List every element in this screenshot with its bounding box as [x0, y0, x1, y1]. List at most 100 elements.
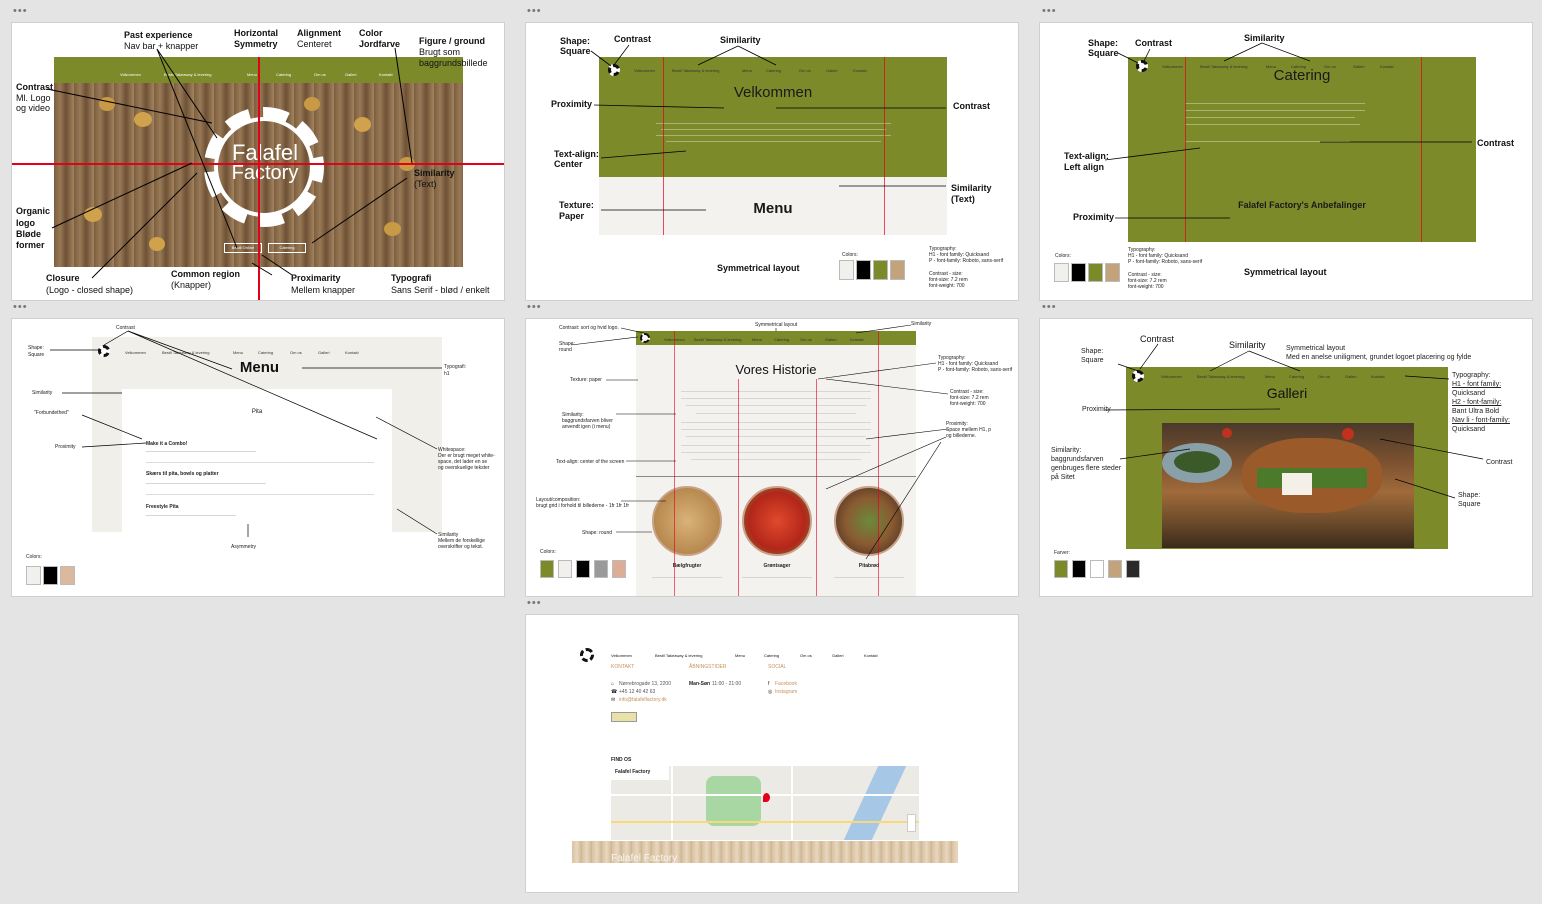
- frame-menu-icon[interactable]: •••: [13, 302, 28, 313]
- bestil-online-button[interactable]: Bestil Online: [224, 243, 262, 253]
- frame-menu-icon[interactable]: •••: [527, 6, 542, 17]
- nav-item-galleri[interactable]: Galleri: [345, 72, 357, 77]
- nav-item-kontakt[interactable]: Kontakt: [379, 72, 393, 77]
- nav-item-galleri[interactable]: Galleri: [318, 350, 330, 355]
- color-swatch-black: [1071, 263, 1086, 282]
- map-pin-icon[interactable]: [763, 793, 770, 802]
- nav-item-bestil[interactable]: Bestil Takeaway & levering: [655, 653, 703, 658]
- nav-item-kontakt[interactable]: Kontakt: [850, 337, 864, 342]
- nav-item-galleri[interactable]: Galleri: [825, 337, 837, 342]
- nav-item-kontakt[interactable]: Kontakt: [864, 653, 878, 658]
- map-zoom-control[interactable]: [907, 814, 916, 832]
- frame-menu-icon[interactable]: •••: [1042, 6, 1057, 17]
- nav-item-catering[interactable]: Catering: [1289, 374, 1304, 379]
- nav-item-menu[interactable]: Menu: [247, 72, 257, 77]
- menu-heading: Menu: [753, 200, 793, 217]
- nav-item-velkommen[interactable]: Velkommen: [125, 350, 146, 355]
- frame-menu-icon[interactable]: •••: [13, 6, 28, 17]
- label-similarity: Similarity: [1244, 33, 1285, 43]
- nav-item-galleri[interactable]: Galleri: [832, 653, 844, 658]
- label-mellem-knapper: Mellem knapper: [291, 285, 356, 295]
- social-heading: SOCIAL: [768, 664, 787, 670]
- frame-menu-icon[interactable]: •••: [1042, 302, 1057, 313]
- nav-item-om-os[interactable]: Om os: [314, 72, 326, 77]
- nav-item-galleri[interactable]: Galleri: [1345, 374, 1357, 379]
- gear-logo-icon: [1132, 370, 1144, 382]
- label-alignment: Alignment: [297, 28, 341, 38]
- instagram-link[interactable]: Instagram: [775, 689, 797, 695]
- label-colors: Colors:: [26, 554, 42, 560]
- nav-item-velkommen[interactable]: Velkommen: [611, 653, 632, 658]
- logo-text-factory: Factory: [231, 162, 299, 184]
- label-left-align: Left align: [1064, 162, 1104, 172]
- nav-item-om-os[interactable]: Om os: [1318, 374, 1330, 379]
- nav-item-velkommen[interactable]: Velkommen: [1161, 374, 1182, 379]
- menu-item-skaers[interactable]: Skærs til pita, bowls og platter: [146, 471, 219, 477]
- footer-logo-text: Falafel Factory: [611, 853, 678, 864]
- frame-1-landing: Velkommen Bestil Takeaway & levering Men…: [11, 22, 505, 301]
- nav-item-kontakt[interactable]: Kontakt: [1371, 374, 1385, 379]
- facebook-link[interactable]: Facebook: [775, 681, 797, 687]
- nav-item-menu[interactable]: Menu: [1265, 374, 1275, 379]
- nav-item-catering[interactable]: Catering: [766, 68, 781, 73]
- logo-text-falafel: Falafel: [231, 140, 299, 165]
- label-colors: Colors:: [1055, 253, 1071, 259]
- catering-button[interactable]: Catering: [268, 243, 306, 253]
- menu-item-freestyle[interactable]: Freestyle Pita: [146, 504, 179, 510]
- nav-item-om-os[interactable]: Om os: [800, 337, 812, 342]
- label-contrast-right: Contrast: [953, 101, 991, 111]
- nav-item-om-os[interactable]: Om os: [799, 68, 811, 73]
- similarity-line-1: Similarity:: [1051, 447, 1082, 454]
- nav-item-catering[interactable]: Catering: [276, 72, 291, 77]
- label-proximity: Proximity: [1073, 212, 1115, 222]
- nav-item-velkommen[interactable]: Velkommen: [120, 72, 141, 77]
- velkommen-heading: Velkommen: [733, 84, 813, 101]
- nav-item-kontakt[interactable]: Kontakt: [345, 350, 359, 355]
- nav-item-menu[interactable]: Menu: [735, 653, 745, 658]
- nav-item-bestil[interactable]: Bestil Takeaway & levering: [672, 68, 720, 73]
- label-proximity: Proximity: [55, 444, 76, 450]
- nav-item-om-os[interactable]: Om os: [290, 350, 302, 355]
- frame-menu-icon[interactable]: •••: [527, 598, 542, 609]
- color-swatch-offwhite: [1054, 263, 1069, 282]
- label-color: Color: [359, 28, 383, 38]
- nav-item-catering[interactable]: Catering: [774, 337, 789, 342]
- color-swatch-offwhite: [558, 560, 572, 578]
- nav-item-galleri[interactable]: Galleri: [826, 68, 838, 73]
- color-swatch-black: [856, 260, 871, 280]
- nav-item-menu[interactable]: Menu: [233, 350, 243, 355]
- nav-item-bestil[interactable]: Bestil Takeaway & levering: [164, 72, 212, 77]
- label-shape-2: Shape:: [1458, 492, 1481, 499]
- nav-item-menu[interactable]: Menu: [742, 68, 752, 73]
- nav-item-menu[interactable]: Menu: [752, 337, 762, 342]
- circle-caption-1: Bælgfrugter: [672, 563, 702, 569]
- nav-item-catering[interactable]: Catering: [764, 653, 779, 658]
- nav-item-om-os[interactable]: Om os: [800, 653, 812, 658]
- color-swatch-peach: [60, 566, 75, 585]
- map-embed[interactable]: Falafel Factory: [611, 766, 919, 840]
- label-typografi: Typografi: [391, 273, 432, 283]
- frame-menu-icon[interactable]: •••: [527, 302, 542, 313]
- menu-item-combo[interactable]: Make it a Combo!: [146, 441, 187, 447]
- nav-item-bestil[interactable]: Bestil Takeaway & levering: [694, 337, 742, 342]
- nav-item-kontakt[interactable]: Kontakt: [853, 68, 867, 73]
- label-similarity: Similarity: [414, 168, 455, 178]
- label-sans-serif: Sans Serif - blød / enkelt: [391, 285, 490, 295]
- nav-item-bestil[interactable]: Bestil Takeaway & levering: [1197, 374, 1245, 379]
- hours-time: 11:00 - 21:00: [712, 681, 742, 687]
- smiley-badge-icon: [611, 712, 637, 722]
- nav-item-catering[interactable]: Catering: [258, 350, 273, 355]
- nav-item-bestil[interactable]: Bestil Takeaway & levering: [162, 350, 210, 355]
- email-link[interactable]: info@falafelfactory.dk: [619, 697, 667, 703]
- velkommen-section: [599, 57, 947, 177]
- nav-item-velkommen[interactable]: Velkommen: [634, 68, 655, 73]
- proximity-3: og billederne.: [946, 433, 977, 439]
- typography-line-6: font-weight: 700: [1128, 284, 1164, 290]
- historie-heading: Vores Historie: [735, 362, 817, 377]
- label-similarity-text: (Text): [414, 179, 437, 189]
- instagram-icon: ◎: [768, 689, 773, 695]
- label-colors: Farver:: [1054, 550, 1070, 556]
- layout-2: brugt grid i forhold til billederne - 1f…: [536, 503, 630, 509]
- phone-text[interactable]: +45 12 40 42 63: [619, 689, 655, 695]
- label-text-align: Text-align: center of the screen: [556, 459, 625, 465]
